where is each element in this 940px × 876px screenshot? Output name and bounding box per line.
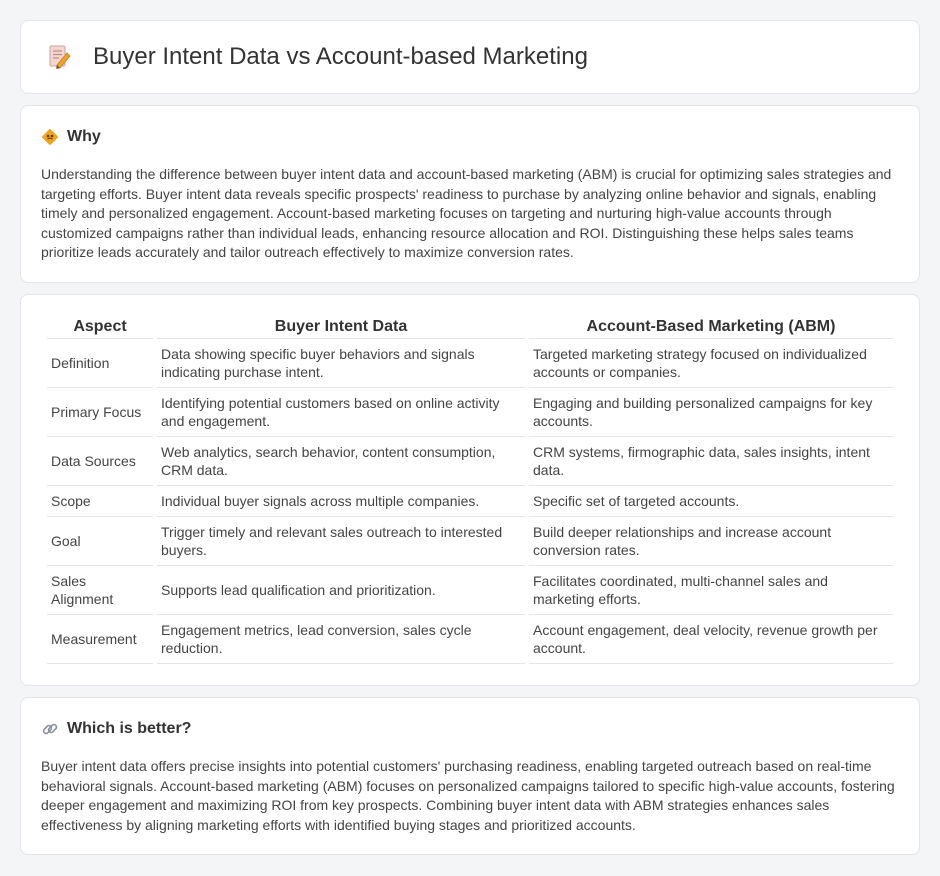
row-buyer-intent: Trigger timely and relevant sales outrea… (157, 517, 525, 566)
row-abm: Account engagement, deal velocity, reven… (529, 615, 893, 664)
table-row: Primary Focus Identifying potential cust… (47, 388, 893, 437)
table-row: Definition Data showing specific buyer b… (47, 339, 893, 388)
row-aspect: Data Sources (47, 437, 153, 486)
row-abm: Build deeper relationships and increase … (529, 517, 893, 566)
which-is-better-section: Which is better? Buyer intent data offer… (20, 697, 920, 855)
row-aspect: Sales Alignment (47, 566, 153, 615)
row-buyer-intent: Engagement metrics, lead conversion, sal… (157, 615, 525, 664)
row-aspect: Goal (47, 517, 153, 566)
row-abm: Engaging and building personalized campa… (529, 388, 893, 437)
row-aspect: Primary Focus (47, 388, 153, 437)
header-aspect: Aspect (47, 317, 153, 339)
diamond-sign-icon (41, 128, 59, 146)
why-text: Understanding the difference between buy… (41, 166, 892, 260)
title-card: Buyer Intent Data vs Account-based Marke… (20, 20, 920, 94)
row-buyer-intent: Web analytics, search behavior, content … (157, 437, 525, 486)
row-abm: Facilitates coordinated, multi-channel s… (529, 566, 893, 615)
header-abm: Account-Based Marketing (ABM) (529, 317, 893, 339)
better-text: Buyer intent data offers precise insight… (41, 758, 895, 833)
table-row: Data Sources Web analytics, search behav… (47, 437, 893, 486)
comparison-table-card: Aspect Buyer Intent Data Account-Based M… (20, 294, 920, 686)
link-icon (41, 720, 59, 738)
better-heading-row: Which is better? (41, 720, 899, 738)
table-row: Scope Individual buyer signals across mu… (47, 486, 893, 517)
table-row: Goal Trigger timely and relevant sales o… (47, 517, 893, 566)
better-heading: Which is better? (67, 720, 192, 737)
page-title: Buyer Intent Data vs Account-based Marke… (93, 43, 588, 70)
row-buyer-intent: Supports lead qualification and prioriti… (157, 566, 525, 615)
table-row: Measurement Engagement metrics, lead con… (47, 615, 893, 664)
row-abm: CRM systems, firmographic data, sales in… (529, 437, 893, 486)
row-aspect: Definition (47, 339, 153, 388)
document-pencil-icon (45, 43, 73, 71)
why-section: Why Understanding the difference between… (20, 105, 920, 283)
row-aspect: Measurement (47, 615, 153, 664)
row-abm: Targeted marketing strategy focused on i… (529, 339, 893, 388)
row-buyer-intent: Data showing specific buyer behaviors an… (157, 339, 525, 388)
row-aspect: Scope (47, 486, 153, 517)
why-heading-row: Why (41, 128, 899, 146)
table-row: Sales Alignment Supports lead qualificat… (47, 566, 893, 615)
table-header-row: Aspect Buyer Intent Data Account-Based M… (47, 317, 893, 339)
row-abm: Specific set of targeted accounts. (529, 486, 893, 517)
row-buyer-intent: Identifying potential customers based on… (157, 388, 525, 437)
comparison-table: Aspect Buyer Intent Data Account-Based M… (43, 317, 897, 664)
header-buyer-intent: Buyer Intent Data (157, 317, 525, 339)
row-buyer-intent: Individual buyer signals across multiple… (157, 486, 525, 517)
why-heading: Why (67, 128, 101, 145)
